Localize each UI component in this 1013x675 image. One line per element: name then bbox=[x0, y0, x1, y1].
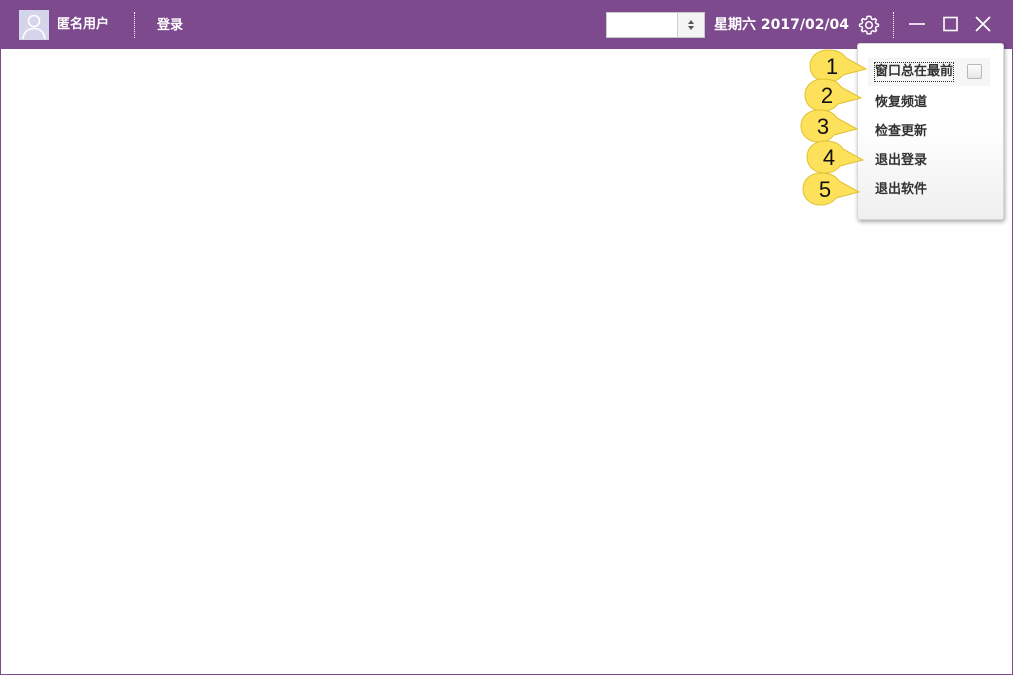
callout-number: 5 bbox=[818, 177, 832, 202]
channel-select[interactable] bbox=[606, 12, 705, 38]
user-avatar-icon[interactable] bbox=[19, 10, 49, 40]
always-on-top-checkbox[interactable] bbox=[967, 64, 982, 79]
settings-menu: 窗口总在最前 恢复频道 检查更新 退出登录 退出软件 bbox=[857, 43, 1004, 220]
date-display: 星期六 2017/02/04 bbox=[714, 17, 850, 33]
menu-item-exit[interactable]: 退出软件 bbox=[875, 181, 927, 199]
menu-item-logout[interactable]: 退出登录 bbox=[875, 152, 927, 170]
app-window: 匿名用户 登录 星期六 2017/02/04 窗口总在最前 恢复频道 检查更新 … bbox=[0, 0, 1013, 675]
callout-5: 5 bbox=[797, 169, 861, 217]
title-separator-right bbox=[893, 12, 894, 38]
close-icon[interactable] bbox=[974, 15, 992, 33]
menu-item-always-on-top[interactable]: 窗口总在最前 bbox=[873, 62, 955, 82]
minimize-icon[interactable] bbox=[908, 15, 926, 33]
maximize-icon[interactable] bbox=[942, 15, 960, 33]
gear-icon[interactable] bbox=[858, 14, 880, 36]
menu-item-restore-channel[interactable]: 恢复频道 bbox=[875, 94, 927, 112]
login-link[interactable]: 登录 bbox=[157, 17, 183, 35]
callout-number: 4 bbox=[822, 145, 836, 170]
title-bar: 匿名用户 登录 星期六 2017/02/04 bbox=[1, 1, 1012, 49]
title-separator bbox=[134, 12, 135, 38]
menu-item-check-update[interactable]: 检查更新 bbox=[875, 123, 927, 141]
up-down-arrows-icon[interactable] bbox=[677, 13, 704, 37]
user-name: 匿名用户 bbox=[57, 17, 110, 32]
